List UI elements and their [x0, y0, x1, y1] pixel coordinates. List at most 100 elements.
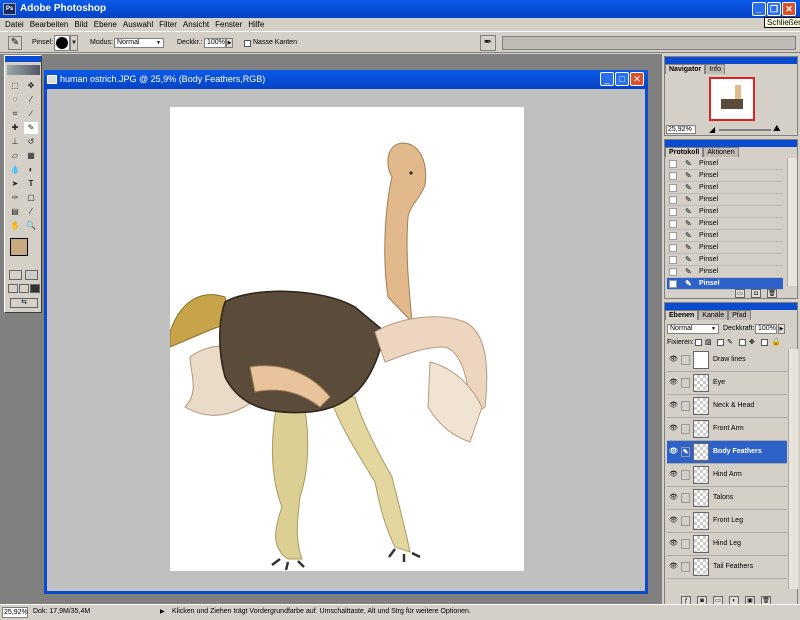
layer-opacity-input[interactable]: 100%: [755, 324, 777, 334]
layer-row[interactable]: 👁 ✎ Body Feathers: [667, 441, 787, 464]
menu-ebene[interactable]: Ebene: [94, 18, 117, 31]
history-item[interactable]: ✎ Pinsel: [667, 170, 783, 182]
history-item[interactable]: ✎ Pinsel: [667, 218, 783, 230]
visibility-eye-icon[interactable]: 👁: [669, 425, 678, 432]
layer-row[interactable]: 👁 Eye: [667, 372, 787, 395]
layers-scrollbar[interactable]: [788, 349, 798, 589]
history-item[interactable]: ✎ Pinsel: [667, 182, 783, 194]
menu-filter[interactable]: Filter: [159, 18, 177, 31]
visibility-eye-icon[interactable]: 👁: [669, 563, 678, 570]
layer-link-slot[interactable]: [681, 562, 690, 572]
move-tool-icon[interactable]: ✥: [24, 80, 38, 92]
layer-row[interactable]: 👁 Draw lines: [667, 349, 787, 372]
layer-row[interactable]: 👁 Tail Feathers: [667, 556, 787, 579]
delete-state-icon[interactable]: 🗑: [767, 289, 777, 298]
history-source-checkbox[interactable]: [669, 172, 677, 180]
wet-edges-checkbox[interactable]: [244, 40, 251, 47]
history-item[interactable]: ✎ Pinsel: [667, 206, 783, 218]
foreground-color-swatch[interactable]: [10, 238, 28, 256]
opacity-input[interactable]: 100%: [204, 38, 226, 48]
tab-info[interactable]: Info: [705, 64, 725, 74]
gradient-tool-icon[interactable]: ▦: [24, 150, 38, 162]
tab-navigator[interactable]: Navigator: [665, 64, 706, 74]
layer-link-slot[interactable]: [681, 470, 690, 480]
jump-to-imageready-icon[interactable]: ⇆: [10, 298, 38, 308]
lasso-tool-icon[interactable]: ◌: [8, 94, 22, 106]
close-button[interactable]: ✕: [782, 2, 796, 16]
visibility-eye-icon[interactable]: 👁: [669, 494, 678, 501]
visibility-eye-icon[interactable]: 👁: [669, 540, 678, 547]
doc-maximize-button[interactable]: □: [615, 72, 629, 86]
lock-position-checkbox[interactable]: [739, 339, 746, 346]
hand-tool-icon[interactable]: ✋: [8, 220, 22, 232]
history-item[interactable]: ✎ Pinsel: [667, 278, 783, 290]
tab-protokoll[interactable]: Protokoll: [665, 147, 704, 157]
layer-link-slot[interactable]: [681, 516, 690, 526]
brush-dropdown-arrow-icon[interactable]: ▼: [70, 35, 78, 51]
paint-brush-active-icon[interactable]: ✎: [681, 447, 690, 457]
history-item[interactable]: ✎ Pinsel: [667, 158, 783, 170]
visibility-eye-icon[interactable]: 👁: [669, 402, 678, 409]
history-source-checkbox[interactable]: [669, 256, 677, 264]
layer-row[interactable]: 👁 Hind Leg: [667, 533, 787, 556]
status-arrow-icon[interactable]: ▶: [160, 605, 165, 619]
image-canvas[interactable]: [169, 107, 524, 571]
clone-stamp-tool-icon[interactable]: ⊥: [8, 136, 22, 148]
zoom-tool-icon[interactable]: 🔍: [24, 220, 38, 232]
new-snapshot-icon[interactable]: ◘: [751, 289, 761, 298]
history-source-checkbox[interactable]: [669, 160, 677, 168]
history-item[interactable]: ✎ Pinsel: [667, 254, 783, 266]
history-source-checkbox[interactable]: [669, 280, 677, 288]
eyedropper-tool-icon[interactable]: ⁄: [24, 206, 38, 218]
history-item[interactable]: ✎ Pinsel: [667, 266, 783, 278]
layer-row[interactable]: 👁 Front Leg: [667, 510, 787, 533]
zoom-in-icon[interactable]: ⛰: [773, 123, 781, 134]
standard-mode-icon[interactable]: [9, 270, 22, 280]
navigator-preview[interactable]: [709, 77, 755, 121]
history-item[interactable]: ✎ Pinsel: [667, 194, 783, 206]
visibility-eye-icon[interactable]: 👁: [669, 517, 678, 524]
airbrush-icon[interactable]: ✒: [480, 35, 496, 51]
doc-minimize-button[interactable]: _: [600, 72, 614, 86]
menu-hilfe[interactable]: Hilfe: [248, 18, 264, 31]
layer-row[interactable]: 👁 Front Arm: [667, 418, 787, 441]
history-source-checkbox[interactable]: [669, 208, 677, 216]
document-title-bar[interactable]: human ostrich.JPG @ 25,9% (Body Feathers…: [44, 70, 648, 89]
eraser-tool-icon[interactable]: ▱: [8, 150, 22, 162]
layer-opacity-arrow-icon[interactable]: ▶: [778, 324, 785, 334]
menu-fenster[interactable]: Fenster: [215, 18, 242, 31]
screen-mode-full-menu-icon[interactable]: [19, 284, 29, 293]
lock-all-checkbox[interactable]: [761, 339, 768, 346]
menu-auswahl[interactable]: Auswahl: [123, 18, 153, 31]
minimize-button[interactable]: _: [752, 2, 766, 16]
history-source-checkbox[interactable]: [669, 232, 677, 240]
layer-link-slot[interactable]: [681, 424, 690, 434]
healing-brush-tool-icon[interactable]: ✚: [8, 122, 22, 134]
history-item[interactable]: ✎ Pinsel: [667, 230, 783, 242]
new-document-from-state-icon[interactable]: ▭: [735, 289, 745, 298]
visibility-eye-icon[interactable]: 👁: [669, 471, 678, 478]
navigator-panel-header[interactable]: [665, 57, 797, 64]
menu-bearbeiten[interactable]: Bearbeiten: [30, 18, 69, 31]
screen-mode-standard-icon[interactable]: [8, 284, 18, 293]
menu-bild[interactable]: Bild: [74, 18, 87, 31]
menu-ansicht[interactable]: Ansicht: [183, 18, 209, 31]
tab-ebenen[interactable]: Ebenen: [665, 310, 699, 320]
history-brush-tool-icon[interactable]: ↺: [24, 136, 38, 148]
marquee-tool-icon[interactable]: ⬚: [8, 80, 22, 92]
pen-tool-icon[interactable]: ✑: [8, 192, 22, 204]
brush-tool-icon[interactable]: ✎: [24, 122, 38, 134]
notes-tool-icon[interactable]: ▤: [8, 206, 22, 218]
layer-link-slot[interactable]: [681, 401, 690, 411]
brush-preview[interactable]: [54, 35, 70, 51]
blur-tool-icon[interactable]: 💧: [8, 164, 22, 176]
history-source-checkbox[interactable]: [669, 220, 677, 228]
visibility-eye-icon[interactable]: 👁: [669, 448, 678, 455]
layers-panel-header[interactable]: [665, 303, 797, 310]
history-source-checkbox[interactable]: [669, 196, 677, 204]
menu-datei[interactable]: Datei: [5, 18, 24, 31]
shape-tool-icon[interactable]: ▢: [24, 192, 38, 204]
history-panel-header[interactable]: [665, 140, 797, 147]
quick-mask-icon[interactable]: [25, 270, 38, 280]
zoom-out-icon[interactable]: ◢: [709, 125, 715, 134]
